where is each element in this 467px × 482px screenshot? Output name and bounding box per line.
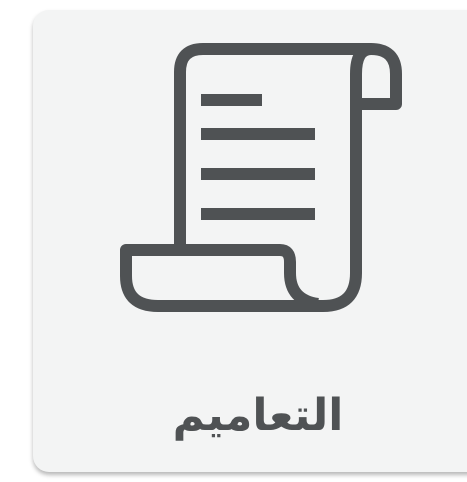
tile-label: التعاميم — [172, 390, 344, 441]
page: التعاميم — [0, 0, 467, 482]
